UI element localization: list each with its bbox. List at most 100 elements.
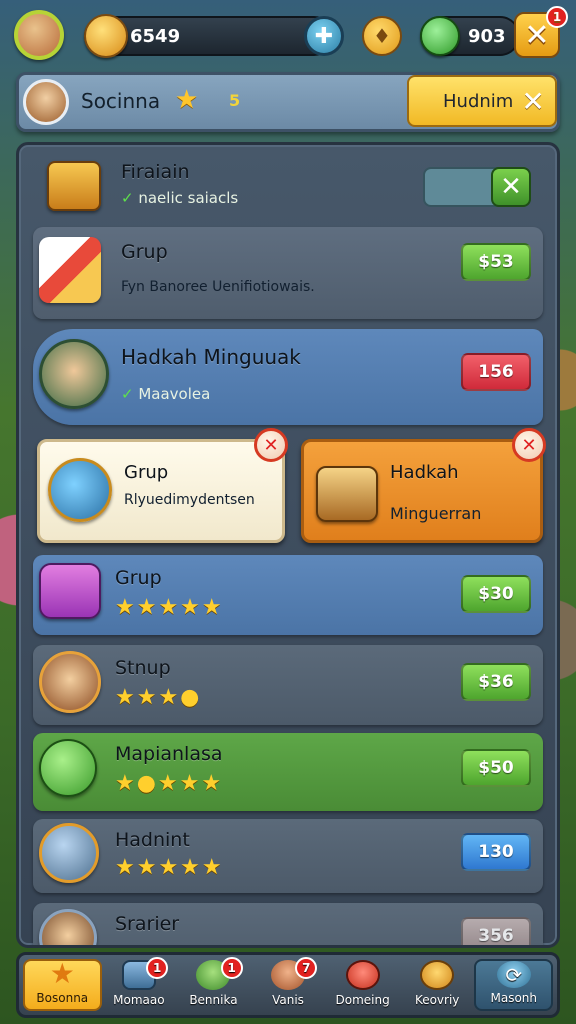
star-icon: ★ <box>175 85 199 115</box>
price-button[interactable]: $36 <box>461 663 531 701</box>
dice-icon <box>39 823 99 883</box>
green-gem-icon <box>420 16 460 56</box>
item-title: Grup <box>121 241 168 263</box>
profile-action-label: Hudnim <box>443 90 514 112</box>
notification-badge: 1 <box>220 957 243 979</box>
spyglass-icon <box>48 458 112 522</box>
close-icon: ✕ <box>521 84 545 118</box>
list-item[interactable]: Mapianlasa ★●★★★ $50 <box>33 733 543 811</box>
close-icon[interactable]: ✕ <box>512 428 546 462</box>
list-item[interactable]: Hadkah Minguuak ✓ Maavolea 156 <box>33 329 543 425</box>
gold-coin-icon <box>84 14 128 58</box>
nav-label: Bosonna <box>36 991 89 1005</box>
card-subtitle: Minguerran <box>390 504 482 523</box>
notification-badge: 7 <box>295 957 318 979</box>
price-button[interactable]: $50 <box>461 749 531 787</box>
list-item[interactable]: Stnup ★★★● $36 <box>33 645 543 725</box>
card-pack-icon <box>39 237 101 303</box>
price-button[interactable]: $53 <box>461 243 531 281</box>
item-subtitle-text: Maavolea <box>138 385 211 403</box>
coin-counter: 6549 <box>84 14 334 58</box>
shield-icon <box>345 960 380 990</box>
close-icon[interactable]: ✕ <box>254 428 288 462</box>
nav-tab-vanis[interactable]: 7 Vanis <box>251 957 326 1011</box>
star-rating: ★★★★★ <box>115 855 224 880</box>
list-item[interactable]: Firaiain ✓ naelic saiacls ✕ <box>33 151 543 223</box>
item-subtitle: ✓ Maavolea <box>121 385 210 403</box>
nav-tab-domeing[interactable]: Domeing <box>325 959 400 1011</box>
list-item[interactable]: Srarier 356 <box>33 903 543 945</box>
nav-label: Masonh <box>490 991 538 1005</box>
treasure-chest-icon <box>47 161 101 211</box>
nav-label: Momaao <box>113 993 165 1007</box>
profile-action-button[interactable]: Hudnim ✕ <box>407 75 557 127</box>
item-title: Firaiain <box>121 161 190 183</box>
character-portrait <box>39 909 97 945</box>
character-portrait <box>39 651 101 713</box>
item-title: Mapianlasa <box>115 743 223 765</box>
profile-name: Socinna <box>81 89 161 113</box>
profile-strip: Socinna ★ 5 Hudnim ✕ <box>16 72 560 132</box>
nav-label: Bennika <box>189 993 238 1007</box>
item-subtitle-text: naelic saiacls <box>138 189 239 207</box>
check-icon: ✓ <box>121 189 134 207</box>
nav-tab-bennika[interactable]: 1 Bennika <box>176 957 251 1011</box>
item-title: Stnup <box>115 657 171 679</box>
trophy-icon <box>420 960 455 990</box>
list-item[interactable]: Grup ★★★★★ $30 <box>33 555 543 635</box>
refresh-icon: ⟳ <box>496 961 531 988</box>
gold-drop-button[interactable]: ♦ <box>362 16 402 56</box>
nav-label: Vanis <box>272 993 304 1007</box>
top-bar: 6549 ✚ ♦ 903 ✕ 1 <box>8 6 568 62</box>
notification-badge: 1 <box>546 6 568 28</box>
nav-label: Keovriy <box>414 993 460 1007</box>
nav-tab-keovriy[interactable]: Keovriy <box>400 959 475 1011</box>
check-icon: ✓ <box>121 385 134 403</box>
nav-tab-momaao[interactable]: 1 Momaao <box>102 957 177 1011</box>
gift-box-icon <box>316 466 378 522</box>
price-button[interactable]: 356 <box>461 917 531 945</box>
star-icon: ★ <box>49 956 75 990</box>
item-title: Hadnint <box>115 829 190 851</box>
close-button[interactable]: ✕ 1 <box>514 6 568 58</box>
item-title: Hadkah Minguuak <box>121 345 301 369</box>
add-coins-button[interactable]: ✚ <box>304 16 344 56</box>
nav-label: Domeing <box>335 993 390 1007</box>
player-avatar[interactable] <box>14 10 64 60</box>
list-item[interactable]: Hadnint ★★★★★ 130 <box>33 819 543 893</box>
item-subtitle: ✓ naelic saiacls <box>121 189 238 207</box>
gem-amount: 903 <box>468 25 506 47</box>
shop-panel: Firaiain ✓ naelic saiacls ✕ Grup Fyn Ban… <box>16 142 560 948</box>
gold-drop-icon: ♦ <box>373 24 391 48</box>
price-button[interactable]: 130 <box>461 833 531 871</box>
price-button[interactable]: $30 <box>461 575 531 613</box>
nav-tab-masonh[interactable]: ⟳ Masonh <box>474 959 554 1011</box>
notification-badge: 1 <box>146 957 169 979</box>
star-rating: ★★★● <box>115 685 202 710</box>
price-button[interactable]: 156 <box>461 353 531 391</box>
card-title: Hadkah <box>390 462 459 483</box>
card-title: Grup <box>124 462 169 483</box>
item-title: Srarier <box>115 913 180 935</box>
offer-card[interactable]: Grup Rlyuedimydentsen ✕ <box>37 428 288 543</box>
profile-level: 5 <box>229 91 241 110</box>
offer-card[interactable]: Hadkah Minguerran ✕ <box>301 428 546 543</box>
toggle-switch[interactable]: ✕ <box>423 167 531 207</box>
gift-icon <box>39 563 101 619</box>
item-title: Grup <box>115 567 162 589</box>
profile-avatar[interactable] <box>23 79 69 125</box>
close-icon: ✕ <box>524 17 550 53</box>
star-rating: ★●★★★ <box>115 771 224 796</box>
plus-icon: ✚ <box>314 23 334 49</box>
gem-counter: 903 <box>420 16 520 56</box>
coin-amount: 6549 <box>130 25 181 47</box>
nav-tab-bosonna[interactable]: ★ Bosonna <box>23 956 102 1011</box>
list-item[interactable]: Grup Fyn Banoree Uenifiotiowais. $53 <box>33 227 543 319</box>
character-portrait <box>39 339 109 409</box>
card-subtitle: Rlyuedimydentsen <box>124 492 255 508</box>
item-subtitle: Fyn Banoree Uenifiotiowais. <box>121 279 315 295</box>
star-rating: ★★★★★ <box>115 595 224 620</box>
green-orb-icon <box>39 739 97 797</box>
close-icon: ✕ <box>491 167 531 207</box>
bottom-nav: ★ Bosonna 1 Momaao 1 Bennika 7 Vanis Dom… <box>16 952 560 1018</box>
